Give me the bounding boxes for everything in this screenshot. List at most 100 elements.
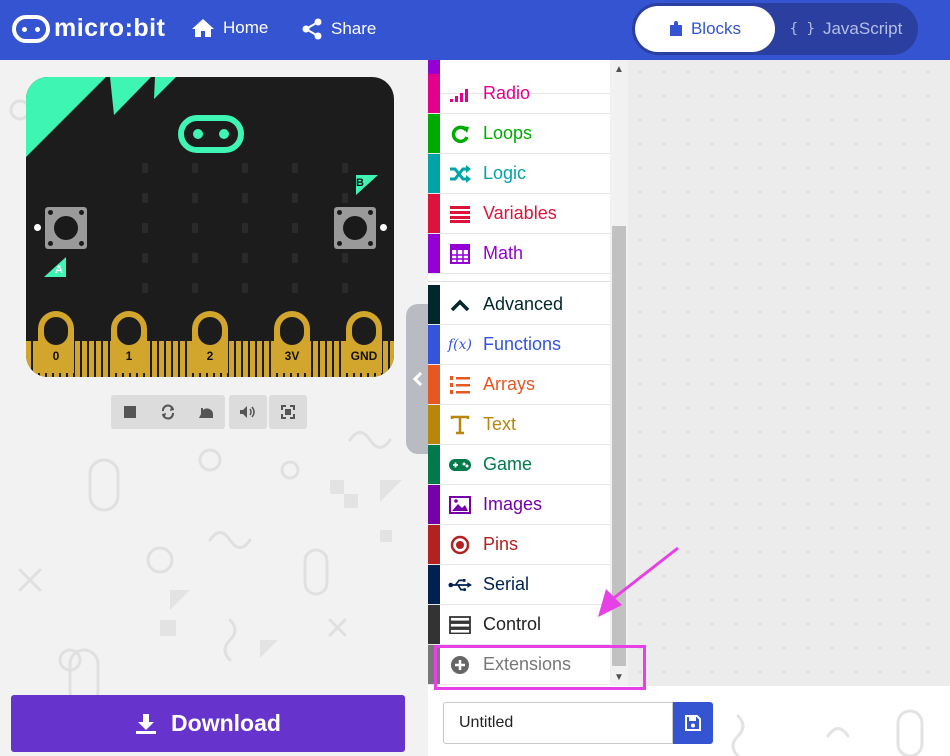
numbered-list-icon	[448, 373, 472, 397]
led-matrix	[142, 163, 348, 293]
pin-label: 1	[125, 349, 133, 363]
category-label: Math	[483, 243, 524, 263]
toolbox-category-radio[interactable]: Radio	[428, 74, 610, 114]
pin-2[interactable]	[192, 311, 228, 373]
toolbox-category-game[interactable]: Game	[428, 445, 610, 485]
loop-arrow-icon	[448, 122, 472, 146]
gamepad-icon	[448, 453, 472, 477]
toolbox-category-functions[interactable]: f(x) Functions	[428, 325, 610, 365]
toolbox-category-text[interactable]: Text	[428, 405, 610, 445]
home-button[interactable]: Home	[191, 18, 268, 38]
download-label: Download	[171, 710, 281, 736]
blocks-tab[interactable]: Blocks	[635, 6, 775, 52]
button-b-label: B	[356, 177, 364, 189]
fullscreen-icon	[281, 405, 295, 419]
puzzle-icon	[669, 21, 682, 36]
category-label: Text	[483, 414, 517, 434]
top-navbar: micro:bit Home Share Blocks { } JavaScri…	[0, 0, 950, 60]
share-label: Share	[331, 19, 377, 38]
category-label: Game	[483, 454, 533, 474]
category-label: Arrays	[483, 374, 536, 394]
led	[192, 193, 198, 203]
speaker-icon	[240, 406, 255, 418]
toolbox-category-variables[interactable]: Variables	[428, 194, 610, 234]
led	[292, 283, 298, 293]
led	[242, 283, 248, 293]
led	[342, 253, 348, 263]
toolbox-category-control[interactable]: Control	[428, 605, 610, 645]
mute-button[interactable]	[229, 395, 267, 429]
chevron-left-icon	[412, 372, 423, 386]
save-icon	[685, 715, 701, 731]
corner-stripes	[26, 77, 176, 157]
download-icon	[136, 713, 157, 734]
snail-icon	[199, 408, 213, 418]
pin-3v[interactable]	[274, 311, 310, 373]
toolbox-category-arrays[interactable]: Arrays	[428, 365, 610, 405]
sim-controls-group	[229, 395, 267, 429]
share-button[interactable]: Share	[301, 18, 376, 40]
led	[342, 283, 348, 293]
sim-controls-group	[269, 395, 307, 429]
javascript-tab[interactable]: { } JavaScript	[777, 6, 915, 52]
list-lines-icon	[448, 202, 472, 226]
pin-label: GND	[350, 349, 378, 363]
led	[292, 163, 298, 173]
microbit-simulator[interactable]: A B 0 1 2 3V GND	[26, 77, 394, 377]
stop-button[interactable]	[111, 395, 149, 429]
toolbox-category-images[interactable]: Images	[428, 485, 610, 525]
blocks-tab-label: Blocks	[690, 19, 742, 38]
text-t-icon	[448, 413, 472, 437]
category-label: Advanced	[483, 294, 564, 314]
extensions-highlight-box	[434, 645, 646, 690]
sim-controls-group	[111, 395, 225, 429]
braces-icon: { }	[789, 21, 815, 37]
editor-toggle: Blocks { } JavaScript	[632, 3, 918, 55]
led	[142, 163, 148, 173]
toolbox-category-pins[interactable]: Pins	[428, 525, 610, 565]
led	[292, 193, 298, 203]
toolbox-category-advanced[interactable]: Advanced	[428, 285, 610, 325]
scroll-up-arrow[interactable]: ▲	[614, 64, 624, 75]
microbit-logo-icon	[12, 14, 50, 43]
pin-0[interactable]	[38, 311, 74, 373]
signal-bars-icon	[448, 82, 472, 106]
category-label: Logic	[483, 163, 527, 183]
shuffle-icon	[448, 162, 472, 186]
toolbox-category-math[interactable]: Math	[428, 234, 610, 274]
pin-1[interactable]	[111, 311, 147, 373]
category-label: Control	[483, 614, 542, 634]
category-label: Serial	[483, 574, 530, 594]
pin-gnd[interactable]	[346, 311, 382, 373]
function-icon: f(x)	[448, 337, 473, 353]
project-name-input[interactable]	[443, 702, 673, 744]
server-icon	[448, 613, 472, 637]
board-logo-icon	[178, 115, 244, 153]
toolbox-category-logic[interactable]: Logic	[428, 154, 610, 194]
led	[192, 163, 198, 173]
toolbox-category-loops[interactable]: Loops	[428, 114, 610, 154]
category-label: Pins	[483, 534, 519, 554]
toolbox-category-serial[interactable]: Serial	[428, 565, 610, 605]
share-icon	[302, 18, 322, 40]
button-a[interactable]	[45, 207, 87, 249]
download-button[interactable]: Download	[11, 695, 405, 752]
button-a-label: A	[55, 264, 63, 276]
button-b[interactable]	[334, 207, 376, 249]
home-icon	[192, 19, 214, 37]
led	[142, 223, 148, 233]
restart-button[interactable]	[149, 395, 187, 429]
annotation-arrow-icon	[598, 546, 679, 617]
stop-icon	[124, 406, 136, 418]
category-label: Functions	[483, 334, 562, 354]
led	[242, 223, 248, 233]
javascript-tab-label: JavaScript	[822, 19, 903, 38]
led	[142, 253, 148, 263]
fullscreen-button[interactable]	[269, 395, 307, 429]
led	[292, 223, 298, 233]
slow-mo-button[interactable]	[187, 395, 225, 429]
led	[242, 163, 248, 173]
microbit-logo[interactable]: micro:bit	[12, 14, 165, 43]
category-label: Radio	[483, 83, 531, 103]
save-button[interactable]	[673, 702, 713, 744]
